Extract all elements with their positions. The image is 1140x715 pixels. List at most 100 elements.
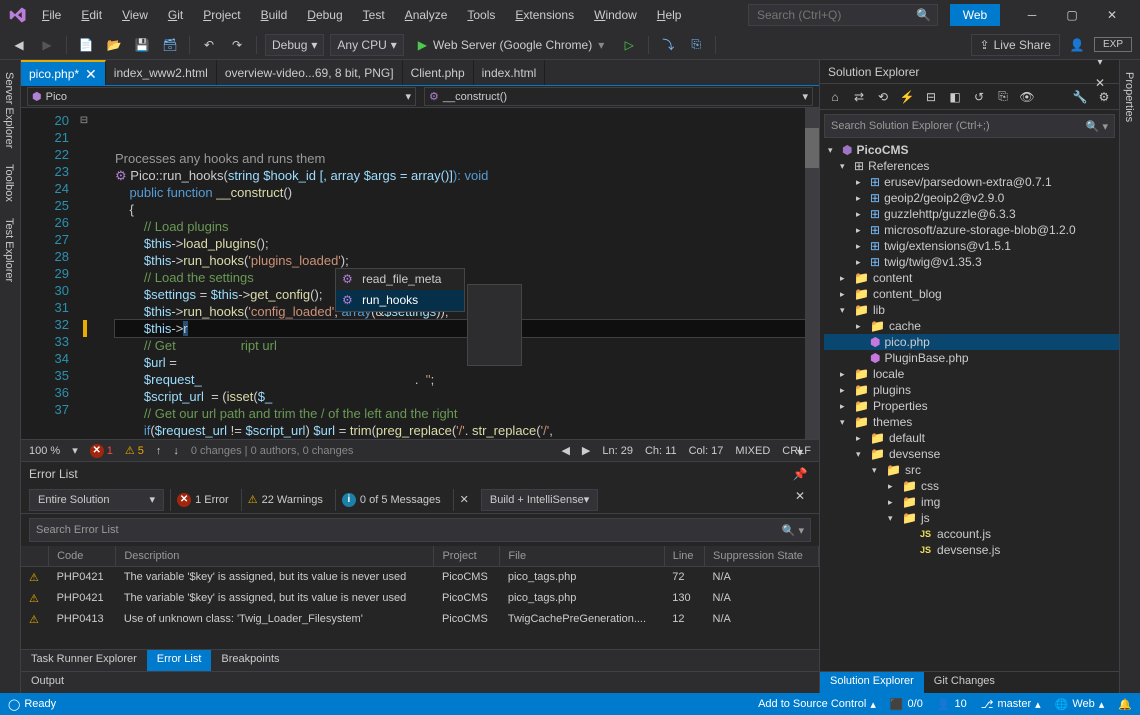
tree-item[interactable]: ▸📁 default [824, 430, 1119, 446]
menu-project[interactable]: Project [193, 4, 250, 26]
next-icon[interactable]: ▶ [582, 444, 590, 457]
tree-reference[interactable]: ▸⊞ twig/extensions@v1.5.1 [824, 238, 1119, 254]
menu-help[interactable]: Help [647, 4, 692, 26]
file-tab[interactable]: index_www2.html [106, 60, 217, 85]
output-tab[interactable]: Output [21, 671, 819, 693]
clear-filter[interactable]: ✕ [453, 489, 475, 511]
se-home-icon[interactable]: ⌂ [824, 86, 846, 108]
properties-tab[interactable]: Properties [1120, 64, 1138, 130]
status-people[interactable]: 👤 10 [937, 698, 967, 711]
tree-item[interactable]: ▸📁 plugins [824, 382, 1119, 398]
tree-item[interactable]: ▸📁 locale [824, 366, 1119, 382]
run-button[interactable]: ▶ Web Server (Google Chrome) ▾ [410, 34, 612, 56]
zoom-level[interactable]: 100 % [29, 445, 60, 457]
save-button[interactable]: 💾 [131, 34, 153, 56]
nav-fwd-button[interactable]: ▶ [36, 34, 58, 56]
warning-count[interactable]: ⚠ 5 [125, 444, 144, 457]
fold-gutter[interactable]: ⊟ [77, 108, 91, 439]
menu-git[interactable]: Git [158, 4, 193, 26]
tree-item[interactable]: JS account.js [824, 526, 1119, 542]
panel-pin-icon[interactable]: 📌 [789, 463, 811, 485]
profile-badge[interactable]: Web [950, 4, 1000, 26]
platform-dropdown[interactable]: Any CPU ▾ [330, 34, 403, 56]
status-branch[interactable]: ⎇ master ▴ [981, 698, 1041, 711]
tree-item[interactable]: ⬢ PluginBase.php [824, 350, 1119, 366]
intellisense-item[interactable]: ⚙ run_hooks [336, 290, 464, 311]
panel-tab-error-list[interactable]: Error List [147, 650, 212, 671]
tree-item[interactable]: ▸📁 Properties [824, 398, 1119, 414]
menu-file[interactable]: File [32, 4, 71, 26]
error-row[interactable]: ⚠PHP0421The variable '$key' is assigned,… [21, 567, 819, 589]
tree-item[interactable]: ⬢ pico.php [824, 334, 1119, 350]
status-profile[interactable]: 🌐 Web ▴ [1055, 698, 1105, 711]
start-without-debug-button[interactable]: ▷ [618, 34, 640, 56]
tree-item[interactable]: ▸📁 content_blog [824, 286, 1119, 302]
menu-window[interactable]: Window [584, 4, 647, 26]
menu-tools[interactable]: Tools [457, 4, 505, 26]
char-indicator[interactable]: Ch: 11 [645, 445, 677, 457]
left-tab-test-explorer[interactable]: Test Explorer [0, 210, 20, 290]
solution-tree[interactable]: ▾⬢ PicoCMS▾⊞ References▸⊞ erusev/parsedo… [820, 138, 1119, 671]
messages-filter[interactable]: i 0 of 5 Messages [335, 489, 447, 511]
file-tab[interactable]: index.html [474, 60, 546, 85]
intellisense-item[interactable]: ⚙ read_file_meta [336, 269, 464, 290]
config-dropdown[interactable]: Debug ▾ [265, 34, 324, 56]
tree-item[interactable]: ▸📁 content [824, 270, 1119, 286]
feedback-button[interactable]: 👤 [1066, 34, 1088, 56]
se-filter-icon[interactable]: ⚡ [896, 86, 918, 108]
warnings-filter[interactable]: ⚠ 22 Warnings [241, 489, 329, 511]
tree-reference[interactable]: ▸⊞ erusev/parsedown-extra@0.7.1 [824, 174, 1119, 190]
se-gear-icon[interactable]: ⚙ [1093, 86, 1115, 108]
step-button[interactable]: ⤵ [657, 34, 679, 56]
global-search[interactable]: 🔍 [748, 4, 938, 26]
redo-button[interactable]: ↷ [226, 34, 248, 56]
build-filter-dropdown[interactable]: Build + IntelliSense ▾ [481, 489, 598, 511]
file-tab[interactable]: overview-video...69, 8 bit, PNG] [217, 60, 403, 85]
se-sync-icon[interactable]: ⟲ [872, 86, 894, 108]
tree-item[interactable]: JS devsense.js [824, 542, 1119, 558]
tree-reference[interactable]: ▸⊞ microsoft/azure-storage-blob@1.2.0 [824, 222, 1119, 238]
tree-item[interactable]: ▾📁 themes [824, 414, 1119, 430]
se-show-all-icon[interactable]: ◧ [944, 86, 966, 108]
code-editor[interactable]: 202122232425262728293031323334353637 ⊟ P… [21, 108, 819, 439]
line-indicator[interactable]: Ln: 29 [602, 445, 633, 457]
file-tab[interactable]: pico.php*✕ [21, 60, 106, 85]
encoding-indicator[interactable]: MIXED [735, 445, 770, 457]
se-collapse-icon[interactable]: ⊟ [920, 86, 942, 108]
panel-tab-breakpoints[interactable]: Breakpoints [211, 650, 289, 671]
close-button[interactable]: ✕ [1092, 3, 1132, 27]
comment-button[interactable]: ⎘ [685, 34, 707, 56]
tree-item[interactable]: ▸📁 cache [824, 318, 1119, 334]
status-errors[interactable]: ⬛ 0/0 [890, 698, 923, 711]
search-input[interactable] [757, 8, 916, 22]
left-tab-server-explorer[interactable]: Server Explorer [0, 64, 20, 156]
error-row[interactable]: ⚠PHP0421The variable '$key' is assigned,… [21, 588, 819, 609]
errors-filter[interactable]: ✕ 1 Error [170, 489, 235, 511]
nav-down-icon[interactable]: ↓ [173, 445, 179, 457]
tree-item[interactable]: ▸📁 img [824, 494, 1119, 510]
tree-item[interactable]: ▾📁 js [824, 510, 1119, 526]
save-all-button[interactable]: 🗃 [159, 34, 181, 56]
file-tab[interactable]: Client.php [403, 60, 474, 85]
error-row[interactable]: ⚠PHP0413Use of unknown class: 'Twig_Load… [21, 609, 819, 630]
menu-extensions[interactable]: Extensions [505, 4, 584, 26]
intellisense-popup[interactable]: ⚙ read_file_meta⚙ run_hooks [335, 268, 465, 312]
error-table[interactable]: CodeDescriptionProjectFileLineSuppressio… [21, 546, 819, 649]
tree-item[interactable]: ▾📁 lib [824, 302, 1119, 318]
panel-dropdown-icon[interactable]: ▾ [789, 441, 811, 463]
error-count[interactable]: ✕ 1 [90, 444, 113, 458]
right-tab-solution-explorer[interactable]: Solution Explorer [820, 672, 924, 693]
minimize-button[interactable]: ─ [1012, 3, 1052, 27]
scope-dropdown[interactable]: Entire Solution ▾ [29, 489, 164, 511]
right-tab-git-changes[interactable]: Git Changes [924, 672, 1005, 693]
panel-tab-task-runner-explorer[interactable]: Task Runner Explorer [21, 650, 147, 671]
se-dropdown-icon[interactable]: ▾ [1089, 60, 1111, 72]
se-switch-icon[interactable]: ⇄ [848, 86, 870, 108]
tree-reference[interactable]: ▸⊞ twig/twig@v1.35.3 [824, 254, 1119, 270]
breadcrumb-member[interactable]: ⚙ __construct() ▾ [424, 87, 813, 106]
se-search[interactable]: Search Solution Explorer (Ctrl+;) 🔍 ▾ [824, 114, 1115, 138]
se-wrench-icon[interactable]: 🔧 [1069, 86, 1091, 108]
nav-up-icon[interactable]: ↑ [156, 445, 162, 457]
nav-back-button[interactable]: ◀ [8, 34, 30, 56]
tree-item[interactable]: ▸📁 css [824, 478, 1119, 494]
